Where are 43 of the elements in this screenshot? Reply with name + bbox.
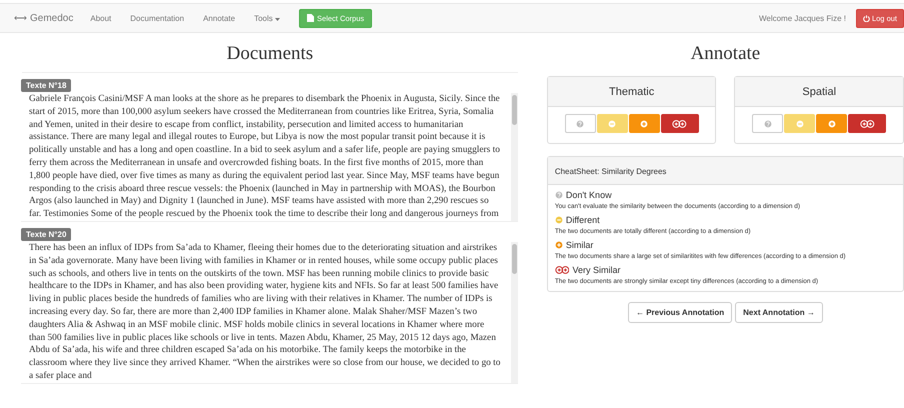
plus-icon	[828, 120, 836, 128]
welcome-text: Welcome Jacques Fize !	[758, 14, 846, 22]
minus-icon	[554, 216, 563, 224]
document-label: Texte N°20	[21, 228, 72, 241]
minus-icon	[608, 120, 616, 128]
similarity-button[interactable]	[848, 114, 886, 133]
scrollbar[interactable]	[510, 242, 518, 383]
nav-link[interactable]: Documentation	[130, 14, 184, 22]
scrollbar[interactable]	[510, 93, 518, 221]
similarity-button[interactable]	[628, 114, 660, 133]
next-annotation-button[interactable]: Next Annotation →	[735, 302, 823, 323]
document-label: Texte N°18	[21, 79, 72, 92]
similarity-button[interactable]	[660, 114, 699, 133]
plus-icon	[640, 120, 648, 128]
brand-arrow-icon: ⟷	[14, 13, 27, 23]
document-text: There has been an influx of IDPs from Sa’ada to Khamer, fleeing their homes due to the deteriorating situation and airstrikes in Sa’ada governorate. Many have been living with families in Khamer or in rented houses, while some occupy public places such as schools, and others live in tents on the outskirts of the town. MSF has been running mobile clinics to provide basic healthcare to the IDPs in Khamer, and has also been providing water, hygiene kits and NFIs. So far at least 500 families have living in public places beside the hundreds of families who are living with their relatives in Khamer. The number of IDPs is increasing every day. So far, there are more than 2,400 IDP families in Khamer alone. Malak Shaher/MSF Mazen’s two daughters Alia & Ashwaq in an MSF mobile clinic. MSF holds mobile clinics in several locations in Khamer where more than 500 families live in public places like schools or live in tents. Mazen Abdu, Khamer, 25 May, 2015 12 days ago, Mazen Abdu of Sa’ada, his wife and three children escaped Sa’ada on his motorbike. The family keeps the motorbike in the classroom where they live since they arrived Khamer. “When the airstrikes were so close from our house, we decided to go to a safer place and	[28, 242, 502, 383]
degree-title: Similar	[566, 240, 594, 250]
plus-icon	[554, 241, 563, 249]
similarity-button[interactable]	[816, 114, 848, 133]
degree-title: Don't Know	[566, 190, 612, 200]
cheatsheet-title: CheatSheet: Similarity Degrees	[548, 157, 903, 185]
dimension-title: Spatial	[735, 77, 904, 107]
documents-heading: Documents	[22, 43, 518, 73]
question-icon	[764, 120, 772, 128]
double-plus-icon	[672, 120, 687, 128]
nav-link[interactable]: About	[90, 14, 112, 22]
dimension-title: Thematic	[548, 77, 716, 107]
document-text: Gabriele François Casini/MSF A man looks at the shore as he prepares to disembark the Phoenix in Augusta, Sicily. Since the start of 2015, more than 100,000 asylum seekers have crossed the Mediterranean from countries like Eritrea, Syria, Somalia and Yemen, united in their desire to escape from conflict, instability, persecution and limited access to humanitarian assistance. There are many legal and illegal routes to Europe, but Libya is now the most popular transit point because it is politically unstable and has a long and open coastline. In a bid to seek asylum and a safer life, people are paying smugglers to ferry them across the Mediterranean in unsafe and overcrowded fishing boats. In the first five months of 2015, more than 1,800 people have died, over five times as many as during the equivalent period last year. Since May, MSF teams have begun responding to the crisis aboard three rescue vessels: the Phoenix (launched in May in partnership with MOAS), the Bourbon Argos (also launched in May) and Dignity 1 (launched in June). MSF teams have assisted with more than 2,290 rescues so far. Testimonies Some of the people rescued by the Phoenix took the time to describe their long and dangerous journeys from	[28, 93, 501, 221]
previous-annotation-button[interactable]: ← Previous Annotation	[628, 302, 732, 323]
degree-title: Different	[566, 215, 600, 225]
nav-link[interactable]: Annotate	[203, 14, 236, 22]
tools-menu[interactable]: Tools	[254, 14, 280, 22]
minus-icon	[796, 120, 804, 128]
power-icon	[862, 14, 870, 22]
question-icon	[576, 120, 584, 128]
question-icon	[554, 191, 563, 199]
document-icon	[307, 14, 314, 22]
annotate-heading: Annotate	[690, 43, 762, 66]
caret-icon	[275, 18, 280, 20]
double-plus-icon	[860, 120, 875, 128]
double-plus-icon	[554, 266, 570, 274]
degree-title: Very Similar	[572, 265, 620, 275]
brand-name[interactable]: Gemedoc	[30, 12, 74, 24]
